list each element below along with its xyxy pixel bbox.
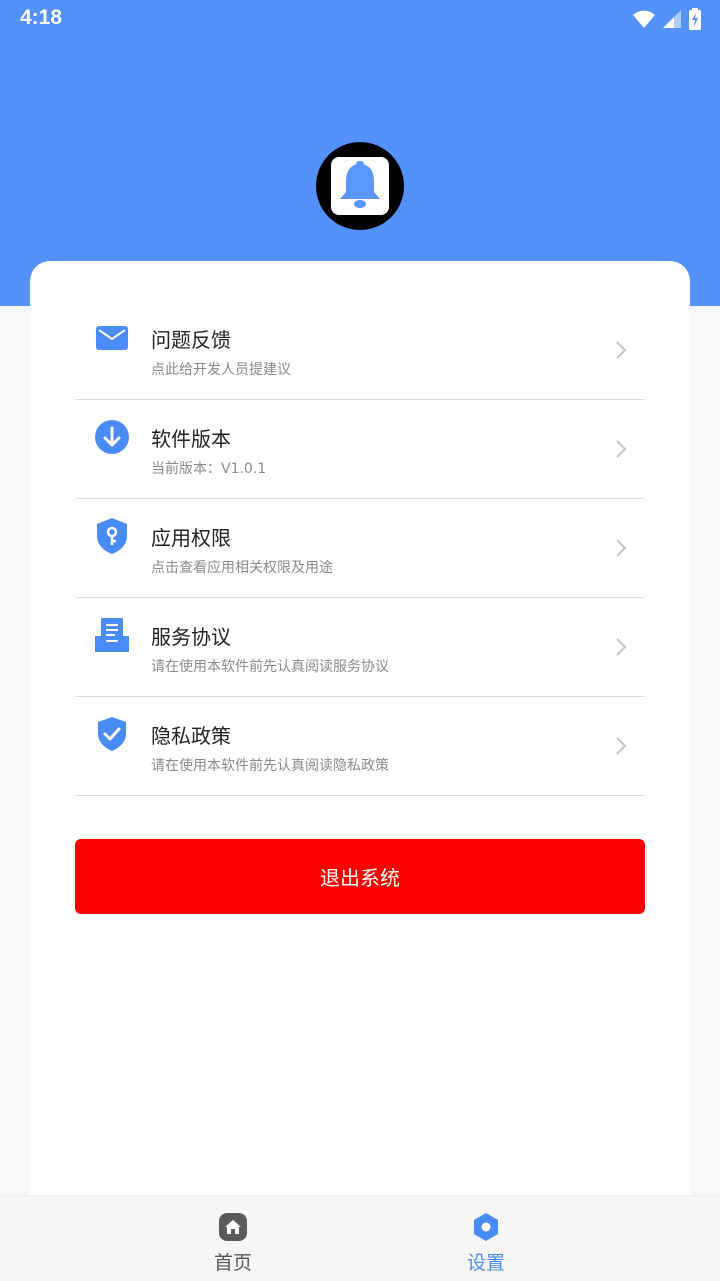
menu-item-title: 隐私政策	[151, 724, 231, 748]
mail-icon	[95, 321, 129, 355]
status-bar: 4:18	[0, 0, 720, 38]
menu-item-subtitle: 请在使用本软件前先认真阅读服务协议	[151, 659, 389, 675]
status-icons	[632, 8, 702, 30]
menu-item-subtitle: 点此给开发人员提建议	[151, 362, 291, 378]
menu-item-privacy-policy[interactable]: 隐私政策 请在使用本软件前先认真阅读隐私政策	[75, 697, 645, 796]
bell-icon	[340, 161, 380, 208]
chevron-right-icon	[616, 638, 627, 656]
menu-item-title: 服务协议	[151, 625, 231, 649]
signal-icon	[663, 10, 681, 28]
menu-item-subtitle: 当前版本：V1.0.1	[151, 461, 267, 477]
logout-button[interactable]: 退出系统	[75, 839, 645, 914]
chevron-right-icon	[616, 341, 627, 359]
menu-item-title: 问题反馈	[151, 328, 231, 352]
nav-tab-label: 设置	[466, 1252, 505, 1274]
chevron-right-icon	[616, 440, 627, 458]
menu-item-feedback[interactable]: 问题反馈 点此给开发人员提建议	[75, 301, 645, 400]
shield-key-icon	[95, 518, 129, 555]
nav-tab-settings[interactable]: 设置	[306, 1196, 666, 1281]
wifi-icon	[633, 10, 655, 28]
menu-item-title: 应用权限	[151, 526, 231, 550]
status-time: 4:18	[20, 6, 63, 29]
download-icon	[95, 420, 129, 455]
app-logo	[316, 142, 404, 230]
battery-charging-icon	[689, 8, 701, 30]
bottom-nav: 首页 设置	[0, 1195, 720, 1281]
menu-item-subtitle: 请在使用本软件前先认真阅读隐私政策	[151, 758, 389, 774]
menu-item-version[interactable]: 软件版本 当前版本：V1.0.1	[75, 400, 645, 499]
settings-card: 问题反馈 点此给开发人员提建议 软件版本 当前版本：V1.0.1 应用权限 点击…	[30, 261, 690, 1201]
settings-hexagon-icon	[474, 1213, 498, 1241]
settings-menu: 问题反馈 点此给开发人员提建议 软件版本 当前版本：V1.0.1 应用权限 点击…	[75, 301, 645, 796]
menu-item-permissions[interactable]: 应用权限 点击查看应用相关权限及用途	[75, 499, 645, 598]
menu-item-service-agreement[interactable]: 服务协议 请在使用本软件前先认真阅读服务协议	[75, 598, 645, 697]
chevron-right-icon	[616, 539, 627, 557]
shield-check-icon	[95, 717, 129, 752]
menu-item-title: 软件版本	[151, 427, 231, 451]
nav-tab-label: 首页	[213, 1252, 252, 1274]
chevron-right-icon	[616, 737, 627, 755]
document-tray-icon	[95, 618, 129, 653]
menu-item-subtitle: 点击查看应用相关权限及用途	[151, 560, 333, 576]
home-icon	[219, 1213, 247, 1241]
